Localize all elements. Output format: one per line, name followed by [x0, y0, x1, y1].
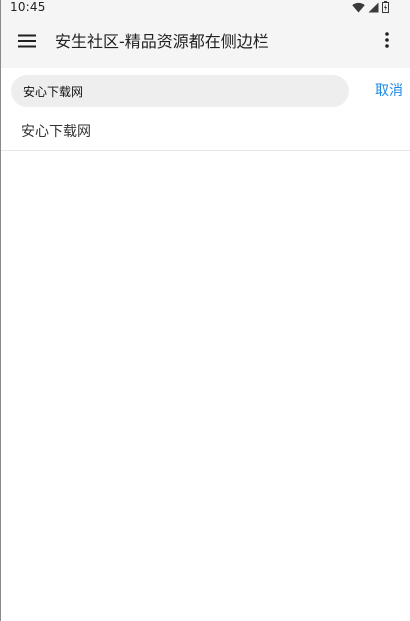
suggestion-label: 安心下载网	[21, 124, 91, 140]
overflow-menu-button[interactable]	[377, 30, 397, 54]
search-bar: 取消	[1, 68, 410, 114]
status-icons	[352, 1, 389, 13]
status-bar: 10:45	[1, 0, 410, 16]
suggestion-list: 安心下载网	[1, 114, 410, 151]
suggestion-item[interactable]: 安心下载网	[1, 114, 410, 151]
menu-button[interactable]	[13, 30, 41, 54]
page-title: 安生社区-精品资源都在侧边栏	[55, 32, 269, 51]
cellular-signal-icon	[368, 2, 379, 13]
battery-icon	[382, 1, 389, 13]
wifi-icon	[352, 2, 365, 13]
app-bar: 安生社区-精品资源都在侧边栏	[1, 16, 410, 68]
hamburger-menu-icon	[18, 33, 36, 52]
cancel-button[interactable]: 取消	[375, 81, 403, 101]
search-input[interactable]	[11, 75, 349, 107]
status-time: 10:45	[10, 0, 46, 14]
app-screen: 10:45 安生社区-精品资源都在侧边栏 安心下载网 取消 安心下载网	[0, 0, 410, 621]
more-vertical-icon	[385, 32, 389, 52]
